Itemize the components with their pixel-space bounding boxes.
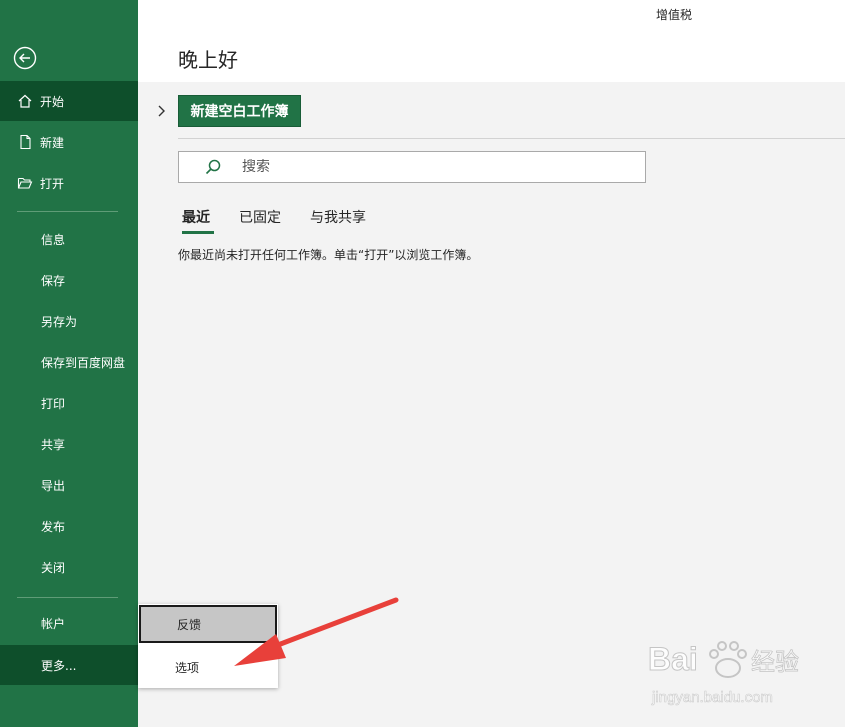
- watermark-url: jingyan.baidu.com: [651, 689, 773, 706]
- tab-shared-with-me[interactable]: 与我共享: [310, 207, 366, 227]
- chevron-right-icon[interactable]: [156, 103, 168, 119]
- watermark-brand: Bai: [648, 641, 698, 677]
- paw-icon: [709, 641, 747, 678]
- sidebar-divider: [17, 211, 118, 212]
- nav-info-label: 信息: [41, 232, 66, 247]
- empty-state-message: 你最近尚未打开任何工作簿。单击“打开”以浏览工作簿。: [178, 248, 479, 262]
- nav-save-as-label: 另存为: [41, 314, 78, 329]
- nav-new[interactable]: 新建: [0, 122, 138, 162]
- backstage-sidebar: 开始 新建 打开 信息 保存 另存为 保存到百度网盘 打印 共享 导出 发布 关…: [0, 0, 138, 727]
- nav-close[interactable]: 关闭: [0, 547, 138, 587]
- watermark-brand2: 经验: [751, 648, 799, 676]
- nav-export[interactable]: 导出: [0, 465, 138, 505]
- nav-publish[interactable]: 发布: [0, 506, 138, 546]
- menu-item-feedback-label: 反馈: [177, 617, 202, 632]
- back-arrow-icon[interactable]: [13, 46, 37, 70]
- new-file-icon: [20, 134, 31, 150]
- nav-save-label: 保存: [41, 273, 66, 288]
- header-band: 增值税 晚上好: [138, 0, 845, 82]
- nav-home-label: 开始: [40, 94, 65, 109]
- search-input[interactable]: [242, 159, 602, 175]
- nav-home[interactable]: 开始: [0, 81, 138, 121]
- document-title: 增值税: [656, 8, 693, 22]
- folder-open-icon: [17, 177, 33, 189]
- nav-more-label: 更多...: [41, 658, 77, 673]
- new-blank-workbook-button[interactable]: 新建空白工作簿: [178, 95, 301, 127]
- nav-save-baidu-label: 保存到百度网盘: [41, 355, 126, 370]
- section-divider: [178, 138, 845, 139]
- menu-item-options-label: 选项: [175, 660, 200, 675]
- nav-account-label: 帐户: [41, 616, 66, 631]
- nav-export-label: 导出: [41, 478, 66, 493]
- page-title: 晚上好: [178, 48, 238, 72]
- nav-save[interactable]: 保存: [0, 260, 138, 300]
- nav-print-label: 打印: [41, 396, 66, 411]
- nav-account[interactable]: 帐户: [0, 603, 138, 643]
- nav-info[interactable]: 信息: [0, 219, 138, 259]
- nav-share[interactable]: 共享: [0, 424, 138, 464]
- search-box[interactable]: [178, 151, 646, 183]
- nav-publish-label: 发布: [41, 519, 66, 534]
- tab-recent[interactable]: 最近: [182, 207, 210, 227]
- nav-close-label: 关闭: [41, 560, 66, 575]
- nav-more[interactable]: 更多...: [0, 645, 138, 685]
- nav-save-as[interactable]: 另存为: [0, 301, 138, 341]
- nav-save-baidu[interactable]: 保存到百度网盘: [0, 342, 138, 382]
- tab-pinned[interactable]: 已固定: [239, 207, 281, 227]
- nav-new-label: 新建: [40, 135, 65, 150]
- sidebar-divider: [17, 597, 118, 598]
- nav-open[interactable]: 打开: [0, 163, 138, 203]
- baidu-watermark-logo: Bai 经验 jingyan.baidu.com: [648, 641, 799, 707]
- nav-open-label: 打开: [40, 176, 65, 191]
- nav-print[interactable]: 打印: [0, 383, 138, 423]
- active-tab-indicator: [182, 231, 214, 234]
- annotation-arrow: [234, 597, 399, 666]
- home-icon: [18, 94, 32, 108]
- search-icon: [205, 159, 221, 175]
- nav-share-label: 共享: [41, 437, 66, 452]
